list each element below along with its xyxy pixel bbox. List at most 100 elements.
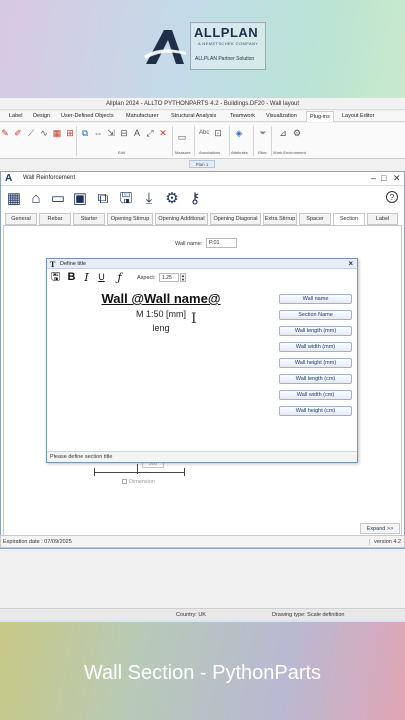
help-icon[interactable]: ?	[386, 191, 398, 203]
copy-icon[interactable]: ⧉	[80, 128, 90, 138]
dialog-title: Wall Reinforcement	[23, 175, 76, 181]
menu-plug-ins[interactable]: Plug-ins	[306, 111, 334, 122]
insert-wall-name-button[interactable]: Wall name	[279, 294, 352, 304]
home-icon[interactable]: ⌂	[27, 189, 45, 209]
aspect-input[interactable]: 1.25	[159, 273, 179, 282]
insert-wall-height-mm-button[interactable]: Wall height (mm)	[279, 358, 352, 368]
filter-icon[interactable]: ⏷	[258, 128, 268, 138]
resize-icon[interactable]: ⤢	[145, 128, 155, 138]
menu-teamwork[interactable]: Teamwork	[230, 111, 255, 122]
window-icon[interactable]: ▭	[49, 189, 67, 209]
menu-manufacturer[interactable]: Manufacturer	[126, 111, 158, 122]
aspect-label: Aspect:	[137, 275, 156, 281]
save-icon[interactable]: 🖫	[117, 189, 135, 209]
expand-button[interactable]: Expand >>	[360, 523, 400, 534]
menu-structural-analysis[interactable]: Structural Analysis	[171, 111, 216, 122]
menu-label[interactable]: Label	[9, 111, 22, 122]
dimension-icon[interactable]: ⊡	[213, 128, 223, 138]
tab-opening-diagonal[interactable]: Opening Diagonal	[210, 213, 261, 225]
chart-icon[interactable]: ⊿	[278, 128, 288, 138]
menu-layout-editor[interactable]: Layout Editor	[342, 111, 374, 122]
dialog-titlebar: A Wall Reinforcement – □ ✕	[1, 172, 404, 186]
insert-wall-length-cm-button[interactable]: Wall length (cm)	[279, 374, 352, 384]
insert-section-name-button[interactable]: Section Name	[279, 310, 352, 320]
allplan-a-icon	[144, 30, 186, 64]
underline-icon[interactable]: U	[95, 271, 108, 284]
tab-extra-stirrup[interactable]: Extra Stirrup	[263, 213, 297, 225]
key-icon[interactable]: ⚷	[186, 189, 204, 209]
menu-design[interactable]: Design	[33, 111, 50, 122]
tab-spacer[interactable]: Spacer	[299, 213, 331, 225]
group-edit: Edit	[118, 150, 125, 155]
tab-starter[interactable]: Starter	[73, 213, 105, 225]
font-icon[interactable]: ƒ	[113, 271, 126, 284]
minimize-icon[interactable]: –	[371, 173, 376, 183]
ribbon-separator	[172, 126, 173, 156]
dialog-toolbar: ▦ ⌂ ▭ ▣ ⧉ 🖫 ⤓ ⚙ ⚷ ?	[1, 187, 404, 212]
ribbon-separator	[253, 126, 254, 156]
group-annotations: Annotations	[199, 150, 221, 155]
allplan-logo: ALLPLAN A NEMETSCHEK COMPANY ALLPLAN Par…	[142, 22, 266, 70]
dialog-tabs: General Rebar Starter Opening Stirrup Op…	[3, 213, 403, 226]
layout-icon[interactable]: ▣	[71, 189, 89, 209]
logo-word: ALLPLAN	[194, 25, 259, 40]
menu-visualization[interactable]: Visualization	[266, 111, 297, 122]
drawing-type-label: Drawing type: Scale definition	[272, 612, 345, 618]
align-icon[interactable]: ⊟	[119, 128, 129, 138]
attributes-icon[interactable]: ◈	[234, 128, 244, 138]
stretch-icon[interactable]: ⇲	[106, 128, 116, 138]
bold-icon[interactable]: B	[65, 271, 78, 284]
maximize-icon[interactable]: □	[381, 173, 386, 183]
gear-icon[interactable]: ⚙	[163, 189, 181, 209]
insert-wall-height-cm-button[interactable]: Wall height (cm)	[279, 406, 352, 416]
tab-opening-stirrup[interactable]: Opening Stirrup	[107, 213, 153, 225]
dialog-footer: Expiration date : 07/09/2025 version 4.2	[0, 535, 405, 548]
app-statusbar: Country: UK Drawing type: Scale definiti…	[0, 608, 405, 620]
insert-wall-width-cm-button[interactable]: Wall width (cm)	[279, 390, 352, 400]
dimension-tick	[94, 468, 95, 476]
dimension-checkbox-label: Dimension	[129, 479, 155, 485]
title-editor[interactable]: Wall @Wall name@ M 1:50 [mm] leng I	[49, 287, 273, 449]
settings-icon[interactable]: ⚙	[292, 128, 302, 138]
download-icon[interactable]: ⤓	[140, 189, 158, 209]
abc-text-icon[interactable]: Abc	[199, 128, 209, 138]
ribbon: ✎ ✐ ⟋ ∿ ▦ ⊞ ⧉ ⇔ ⇲ ⊟ A ⤢ ✕ Edit ▭ Measure…	[0, 123, 405, 159]
logo-partner-text: ALLPLAN Partner Solution	[195, 56, 255, 62]
save-icon[interactable]: 🖫	[49, 271, 62, 284]
wall-name-input[interactable]: P.01	[206, 238, 237, 248]
tab-label[interactable]: Label	[367, 213, 398, 225]
aspect-spinner[interactable]: ▲ ▼	[180, 273, 186, 282]
close-icon[interactable]: ×	[348, 259, 353, 268]
copy-window-icon[interactable]: ⧉	[94, 189, 112, 209]
brand-banner: ALLPLAN A NEMETSCHEK COMPANY ALLPLAN Par…	[0, 0, 405, 98]
insert-wall-width-mm-button[interactable]: Wall width (mm)	[279, 342, 352, 352]
delete-icon[interactable]: ✕	[158, 128, 168, 138]
pencil-icon[interactable]: ✎	[0, 128, 10, 138]
ribbon-separator	[229, 126, 230, 156]
checkbox-box[interactable]	[122, 479, 127, 485]
tab-rebar[interactable]: Rebar	[39, 213, 71, 225]
close-icon[interactable]: ✕	[393, 173, 401, 184]
plan-tab[interactable]: Plan 1	[189, 160, 215, 168]
measure-icon[interactable]: ▭	[177, 132, 187, 142]
grid-icon[interactable]: ▦	[5, 189, 23, 209]
ribbon-separator	[271, 126, 272, 156]
mirror-icon[interactable]: ⇔	[93, 128, 103, 138]
pattern-icon[interactable]: ▦	[52, 128, 62, 138]
insert-wall-length-mm-button[interactable]: Wall length (mm)	[279, 326, 352, 336]
ribbon-tabs: Label Design User-Defined Objects Manufa…	[0, 111, 405, 122]
tab-opening-additional[interactable]: Opening Additional	[155, 213, 208, 225]
dimension-checkbox[interactable]: Dimension	[122, 479, 155, 485]
draw-icon[interactable]: ✐	[13, 128, 23, 138]
wave-icon[interactable]: ∿	[39, 128, 49, 138]
line-icon[interactable]: ⟋	[26, 128, 36, 138]
group-work-environment: Work Environment	[273, 150, 306, 155]
text-a-icon[interactable]: A	[132, 128, 142, 138]
title-line-3: leng	[152, 323, 170, 333]
italic-icon[interactable]: I	[80, 271, 93, 284]
group-attributes: Attributes	[231, 150, 248, 155]
define-title-title: Define title	[60, 261, 86, 267]
cut-icon[interactable]: ⊞	[65, 128, 75, 138]
tab-general[interactable]: General	[5, 213, 37, 225]
menu-user-defined-objects[interactable]: User-Defined Objects	[61, 111, 114, 122]
